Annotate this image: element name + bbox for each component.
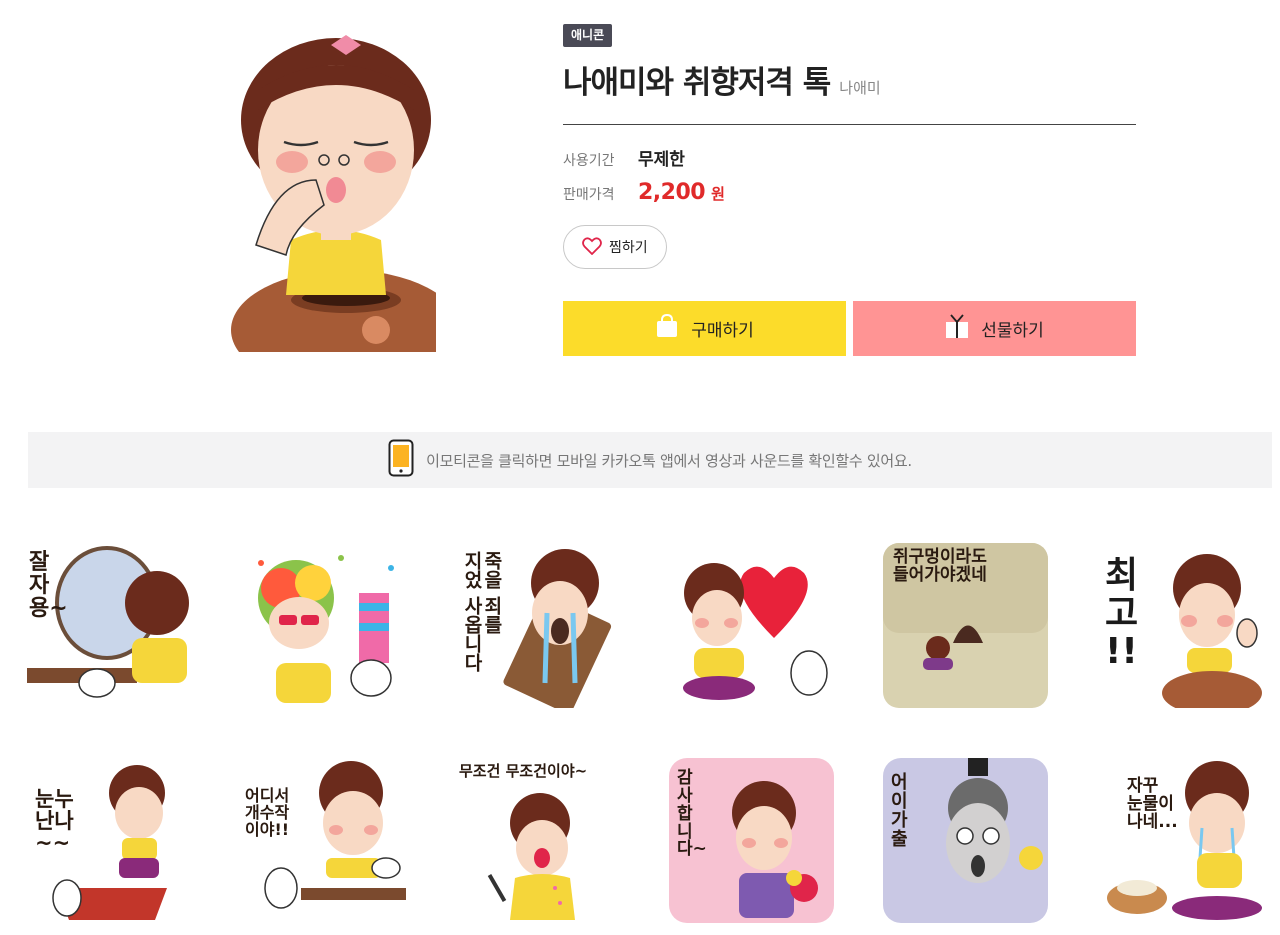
wishlist-label: 찜하기 [609,239,648,255]
shopping-bag-icon [655,313,679,343]
price-label: 판매가격 [563,187,615,203]
title-row: 나애미와 취향저격 톡 나애미 [563,57,1136,125]
purchase-actions: 구매하기 선물하기 [563,301,1136,356]
product-title: 나애미와 취향저격 톡 [563,65,831,101]
mobile-phone-icon [388,439,414,481]
sticker-caption: 무조건 무조건이야~ [459,762,588,780]
price-value: 2,200 [638,180,706,205]
gift-label: 선물하기 [981,321,1044,340]
sticker-grid: 잘 자 용~ 죽을 죄를 지었 사옵니다 쥐구멍이라도 들어가야겠네 최 고 !… [27,543,1262,923]
buy-label: 구매하기 [691,321,754,340]
product-main-image [196,30,461,390]
price-unit: 원 [711,185,725,203]
sticker-caption: 눈누 난나 ~~ [35,787,74,856]
sticker-caption: 잘 자 용~ [29,550,68,622]
usage-period-row: 사용기간 무제한 [563,145,1136,170]
sticker-caption: 감 사 합 니 다~ [677,768,707,860]
sticker-item[interactable] [241,543,406,708]
sticker-caption: 자꾸 눈물이 나네... [1127,776,1178,832]
sticker-item[interactable]: 어 이 가 출 [883,758,1048,923]
sticker-caption: 어디서 개수작 이야!! [245,786,290,839]
sticker-item[interactable]: 쥐구멍이라도 들어가야겠네 [883,543,1048,708]
sticker-item[interactable]: 자꾸 눈물이 나네... [1097,758,1262,923]
sticker-item[interactable]: 감 사 합 니 다~ [669,758,834,923]
sticker-item[interactable]: 무조건 무조건이야~ [455,758,620,923]
price-row: 판매가격 2,200 원 [563,180,1136,205]
sticker-item[interactable]: 최 고 !! [1097,543,1262,708]
sticker-caption: 최 고 !! [1105,555,1139,672]
usage-period-value: 무제한 [638,150,685,170]
wishlist-button[interactable]: 찜하기 [563,225,667,269]
category-badge: 애니콘 [563,24,613,47]
sticker-caption: 쥐구멍이라도 들어가야겠네 [893,547,987,585]
sticker-item[interactable]: 눈누 난나 ~~ [27,758,192,923]
gift-button[interactable]: 선물하기 [853,301,1136,356]
sticker-caption: 죽을 죄를 지었 사옵니다 [460,551,503,672]
sticker-item[interactable] [669,543,834,708]
sticker-item[interactable]: 잘 자 용~ [27,543,192,708]
gift-icon [945,313,969,344]
author-link[interactable]: 나애미 [839,77,880,98]
buy-button[interactable]: 구매하기 [563,301,846,356]
heart-icon [582,236,602,258]
sticker-item[interactable]: 어디서 개수작 이야!! [241,758,406,923]
usage-period-label: 사용기간 [563,153,615,169]
notice-text: 이모티콘을 클릭하면 모바일 카카오톡 앱에서 영상과 사운드를 확인할수 있어… [426,451,912,470]
sticker-item[interactable]: 죽을 죄를 지었 사옵니다 [455,543,620,708]
mobile-preview-notice: 이모티콘을 클릭하면 모바일 카카오톡 앱에서 영상과 사운드를 확인할수 있어… [28,432,1272,488]
sticker-caption: 어 이 가 출 [891,772,908,850]
product-info: 애니콘 나애미와 취향저격 톡 나애미 사용기간 무제한 판매가격 2,200 … [563,24,1136,269]
